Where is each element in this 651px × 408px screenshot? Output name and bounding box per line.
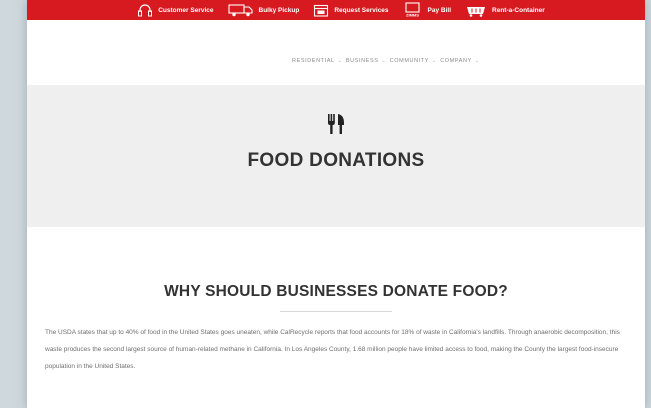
- nav-label-community: COMMUNITY: [389, 58, 430, 64]
- section-heading: WHY SHOULD BUSINESSES DONATE FOOD?: [164, 283, 508, 300]
- headset-icon: [137, 3, 153, 17]
- nav-item-community[interactable]: COMMUNITY ⌄: [390, 58, 437, 64]
- page-title: FOOD DONATIONS: [247, 150, 425, 171]
- chevron-down-icon: ⌄: [432, 58, 437, 64]
- fork-knife-icon: [327, 113, 345, 140]
- utility-bar: Customer Service Bulky Pickup Request Se…: [27, 0, 645, 20]
- site-header: RESIDENTIAL ⌄ BUSINESS ⌄ COMMUNITY ⌄ COM…: [27, 20, 645, 85]
- nav-label-business: BUSINESS: [345, 58, 379, 64]
- bulky-pickup-link[interactable]: Bulky Pickup: [227, 3, 300, 17]
- truck-icon: [227, 3, 254, 17]
- payment-device-icon: ZIMMS: [403, 2, 423, 18]
- heading-divider: [280, 311, 392, 312]
- payment-device-icon-text: ZIMMS: [406, 13, 419, 18]
- rent-a-container-link[interactable]: Rent-a-Container: [465, 4, 545, 17]
- chevron-down-icon: ⌄: [337, 58, 342, 64]
- pay-bill-link[interactable]: ZIMMS Pay Bill: [403, 2, 451, 18]
- rent-a-container-label: Rent-a-Container: [492, 6, 545, 14]
- pay-bill-label: Pay Bill: [427, 6, 452, 14]
- content-section: WHY SHOULD BUSINESSES DONATE FOOD? The U…: [27, 227, 645, 375]
- main-navigation: RESIDENTIAL ⌄ BUSINESS ⌄ COMMUNITY ⌄ COM…: [292, 58, 479, 64]
- customer-service-label: Customer Service: [158, 6, 214, 14]
- nav-item-company[interactable]: COMPANY ⌄: [440, 58, 479, 64]
- request-services-link[interactable]: Request Services: [313, 3, 389, 17]
- calendar-icon: [313, 3, 329, 17]
- section-paragraph: The USDA states that up to 40% of food i…: [45, 329, 620, 370]
- nav-item-residential[interactable]: RESIDENTIAL ⌄: [292, 58, 342, 64]
- request-services-label: Request Services: [334, 6, 389, 14]
- container-icon: [465, 4, 487, 17]
- page-hero: FOOD DONATIONS: [27, 85, 645, 227]
- page: Customer Service Bulky Pickup Request Se…: [27, 0, 645, 408]
- chevron-down-icon: ⌄: [381, 58, 386, 64]
- customer-service-link[interactable]: Customer Service: [137, 3, 214, 17]
- chevron-down-icon: ⌄: [474, 58, 480, 64]
- nav-item-business[interactable]: BUSINESS ⌄: [346, 58, 386, 64]
- bulky-pickup-label: Bulky Pickup: [258, 6, 300, 14]
- nav-label-company: COMPANY: [440, 58, 472, 64]
- nav-label-residential: RESIDENTIAL: [292, 58, 335, 64]
